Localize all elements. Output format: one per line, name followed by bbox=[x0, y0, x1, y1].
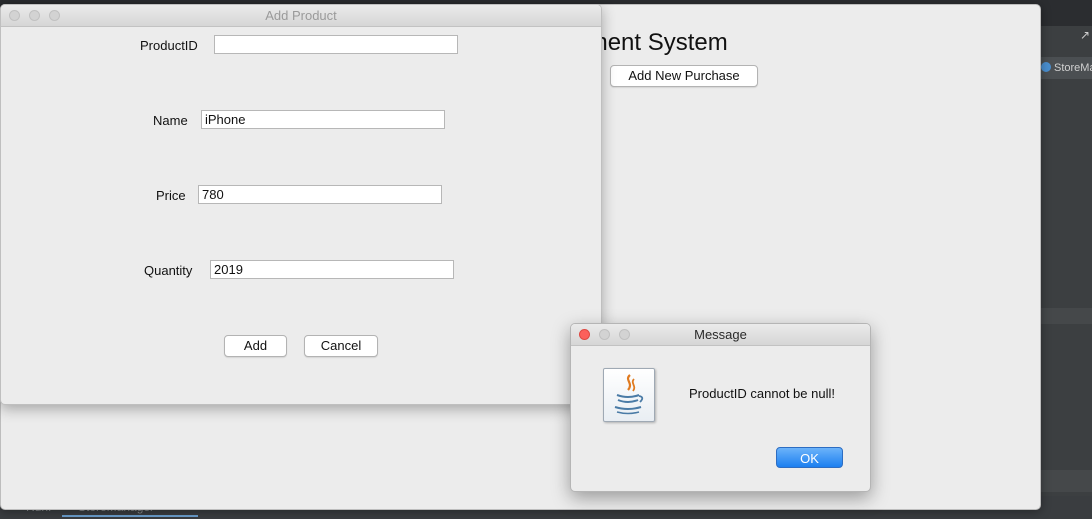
message-text: ProductID cannot be null! bbox=[689, 386, 835, 401]
add-product-dialog: Add Product ProductID Name Price Quantit… bbox=[0, 4, 602, 405]
price-input[interactable] bbox=[198, 185, 442, 204]
product-id-input[interactable] bbox=[214, 35, 458, 54]
product-id-label: ProductID bbox=[140, 38, 198, 53]
quantity-label: Quantity bbox=[144, 263, 193, 278]
ide-arrow-icon[interactable]: ↗ bbox=[1080, 28, 1090, 42]
add-button[interactable]: Add bbox=[224, 335, 287, 357]
message-titlebar[interactable]: Message bbox=[571, 324, 870, 346]
ide-panel-band bbox=[1039, 308, 1092, 324]
add-product-titlebar[interactable]: Add Product bbox=[1, 5, 601, 27]
ide-editor-tab[interactable]: StoreMa bbox=[1036, 57, 1092, 79]
message-title: Message bbox=[694, 327, 747, 342]
name-label: Name bbox=[153, 113, 188, 128]
ide-tab-label: StoreMa bbox=[1054, 62, 1092, 74]
add-product-title: Add Product bbox=[265, 8, 337, 23]
ide-panel-band-lower bbox=[1039, 470, 1092, 492]
price-label: Price bbox=[156, 188, 186, 203]
name-input[interactable] bbox=[201, 110, 445, 129]
java-coffee-cup-icon bbox=[603, 368, 655, 422]
ide-editor-panel bbox=[1039, 26, 1092, 519]
add-new-purchase-button[interactable]: Add New Purchase bbox=[610, 65, 758, 87]
ok-button[interactable]: OK bbox=[776, 447, 843, 468]
message-dialog: Message ProductID cannot be null! OK bbox=[570, 323, 871, 492]
class-file-icon bbox=[1041, 62, 1051, 72]
quantity-input[interactable] bbox=[210, 260, 454, 279]
run-tab-underline bbox=[62, 515, 198, 517]
cancel-button[interactable]: Cancel bbox=[304, 335, 378, 357]
